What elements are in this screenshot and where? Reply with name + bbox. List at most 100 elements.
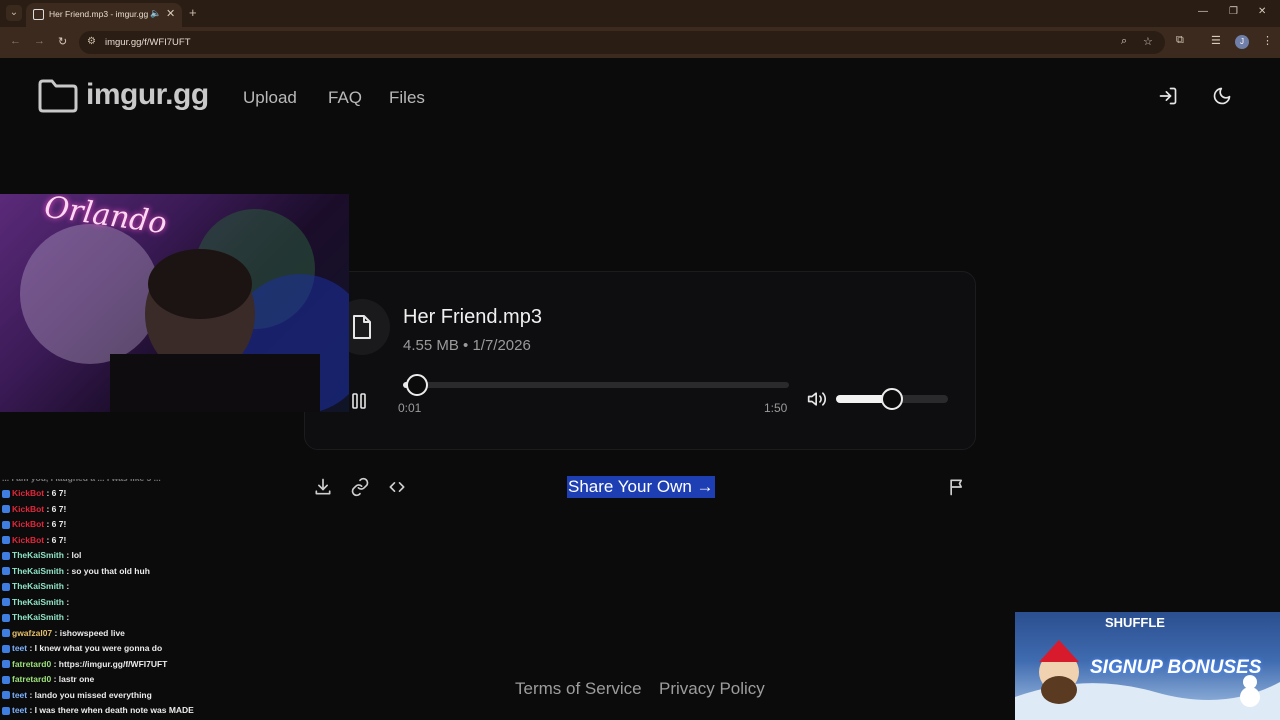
nav-files[interactable]: Files <box>389 88 425 108</box>
window-close-icon[interactable]: ✕ <box>1258 6 1266 17</box>
browser-menu-icon[interactable]: ⋮ <box>1262 34 1273 47</box>
chat-username: TheKaiSmith <box>12 596 64 607</box>
chat-message: teet : I knew what you were gonna do <box>2 643 162 657</box>
chat-badge-icon <box>2 520 10 529</box>
chat-message: KickBot : 6 7! <box>2 519 66 533</box>
chat-message: fatretard0 : https://imgur.gg/f/WFI7UFT <box>2 659 167 673</box>
chat-badge-icon <box>2 629 10 638</box>
back-icon[interactable]: ← <box>10 35 21 47</box>
chat-username: TheKaiSmith <box>12 612 64 622</box>
chat-text: : 6 7! <box>44 503 67 514</box>
chat-message: TheKaiSmith : <box>2 612 69 626</box>
address-url[interactable]: imgur.gg/f/WFI7UFT <box>105 37 191 48</box>
file-icon <box>353 315 371 339</box>
chat-message: TheKaiSmith : <box>2 581 69 595</box>
privacy-policy-link[interactable]: Privacy Policy <box>659 679 765 699</box>
file-name: Her Friend.mp3 <box>403 306 542 328</box>
volume-handle[interactable] <box>881 388 903 410</box>
reading-list-icon[interactable]: ☰ <box>1211 34 1221 47</box>
browser-toolbar: ← → ↻ ⚙ imgur.gg/f/WFI7UFT ⌕ ☆ ⧉ ☰ J ⋮ <box>0 27 1280 58</box>
chat-text: : so you that old huh <box>63 565 150 576</box>
chat-badge-icon <box>2 582 10 591</box>
report-flag-icon[interactable] <box>947 477 967 497</box>
chat-message: teet : I was there when death note was M… <box>2 705 194 719</box>
nav-upload[interactable]: Upload <box>243 88 297 108</box>
webcam-overlay: Orlando <box>0 194 349 412</box>
chat-message: KickBot : 6 7! <box>2 504 66 518</box>
chat-text: : <box>63 581 70 591</box>
chat-text: : ishowspeed live <box>52 627 125 638</box>
bookmark-star-icon[interactable]: ☆ <box>1143 35 1153 48</box>
chat-text: : 6 7! <box>44 534 67 545</box>
profile-avatar[interactable]: J <box>1235 35 1249 49</box>
chat-badge-icon <box>2 598 10 607</box>
tab-title: Her Friend.mp3 - imgur.gg <box>49 9 149 19</box>
ad-brand: SHUFFLE <box>1105 615 1165 630</box>
minimize-icon[interactable]: — <box>1198 6 1208 17</box>
chat-text: : 6 7! <box>44 488 67 498</box>
seek-bar[interactable] <box>403 374 789 396</box>
chat-message: teet : lando you missed everything <box>2 690 152 704</box>
nav-faq[interactable]: FAQ <box>328 88 362 108</box>
seek-handle[interactable] <box>406 374 428 396</box>
address-bar[interactable]: ⚙ imgur.gg/f/WFI7UFT ⌕ ☆ <box>79 31 1165 54</box>
volume-slider[interactable] <box>836 388 948 410</box>
pause-icon[interactable] <box>349 391 369 411</box>
volume-icon[interactable] <box>807 389 827 409</box>
chat-text: : lastr one <box>51 674 95 684</box>
chat-badge-icon <box>2 660 10 669</box>
chat-username: fatretard0 <box>12 674 52 684</box>
chat-badge-icon <box>2 675 10 684</box>
chat-username: KickBot <box>12 534 45 545</box>
chat-username: KickBot <box>12 503 45 514</box>
site-info-icon[interactable]: ⚙ <box>87 36 96 47</box>
link-icon[interactable] <box>350 477 370 497</box>
zoom-icon[interactable]: ⌕ <box>1121 35 1127 48</box>
duration: 1:50 <box>764 401 788 415</box>
chat-text: : I was there when death note was MADE <box>27 705 194 715</box>
login-icon[interactable] <box>1158 86 1178 106</box>
chat-text: : https://imgur.gg/f/WFI7UFT <box>51 658 168 669</box>
chat-message: TheKaiSmith : so you that old huh <box>2 566 150 580</box>
chat-text: : I knew what you were gonna do <box>27 643 163 653</box>
chat-badge-icon <box>2 489 10 498</box>
chat-message: gwafzal07 : ishowspeed live <box>2 628 125 642</box>
reload-icon[interactable]: ↻ <box>58 35 67 48</box>
tab-search-button[interactable]: ⌄ <box>6 5 22 21</box>
browser-tab[interactable]: Her Friend.mp3 - imgur.gg 🔈 ✕ <box>26 3 182 27</box>
forward-icon[interactable]: → <box>34 35 45 47</box>
page-favicon-icon <box>33 9 44 20</box>
chat-badge-icon <box>2 644 10 653</box>
embed-code-icon[interactable] <box>387 477 407 497</box>
extensions-icon[interactable]: ⧉ <box>1176 34 1184 47</box>
dark-mode-moon-icon[interactable] <box>1212 86 1232 106</box>
chat-username: fatretard0 <box>12 658 52 669</box>
chat-message: fatretard0 : lastr one <box>2 674 94 688</box>
chat-text: : <box>63 596 70 607</box>
share-your-own-link[interactable]: Share Your Own → <box>567 476 715 498</box>
chat-message: TheKaiSmith : <box>2 597 69 611</box>
chat-text: : lol <box>63 550 82 560</box>
shuffle-ad-banner[interactable]: SHUFFLE SIGNUP BONUSES <box>1015 612 1280 720</box>
terms-of-service-link[interactable]: Terms of Service <box>515 679 642 699</box>
restore-icon[interactable]: ❐ <box>1229 6 1238 17</box>
chat-text: : 6 7! <box>44 519 67 529</box>
chat-username: gwafzal07 <box>12 627 53 638</box>
chat-username: TheKaiSmith <box>12 550 64 560</box>
ad-headline: SIGNUP BONUSES <box>1090 657 1262 678</box>
tab-close-icon[interactable]: ✕ <box>166 7 175 20</box>
chat-partial-line: ... I am you, I laughed a ... I was like… <box>2 479 161 487</box>
current-time: 0:01 <box>398 401 422 415</box>
file-meta: 4.55 MB • 1/7/2026 <box>403 337 531 354</box>
chat-badge-icon <box>2 613 10 622</box>
chat-username: TheKaiSmith <box>12 581 64 591</box>
chat-badge-icon <box>2 691 10 700</box>
chat-badge-icon <box>2 536 10 545</box>
tab-audio-icon[interactable]: 🔈 <box>150 8 161 19</box>
chat-username: teet <box>12 643 28 653</box>
download-icon[interactable] <box>313 477 333 497</box>
webcam-scene <box>20 209 349 412</box>
new-tab-button[interactable]: + <box>189 5 197 20</box>
chat-text: : <box>63 612 70 622</box>
audio-player-card: Her Friend.mp3 4.55 MB • 1/7/2026 0:01 1… <box>304 271 976 450</box>
